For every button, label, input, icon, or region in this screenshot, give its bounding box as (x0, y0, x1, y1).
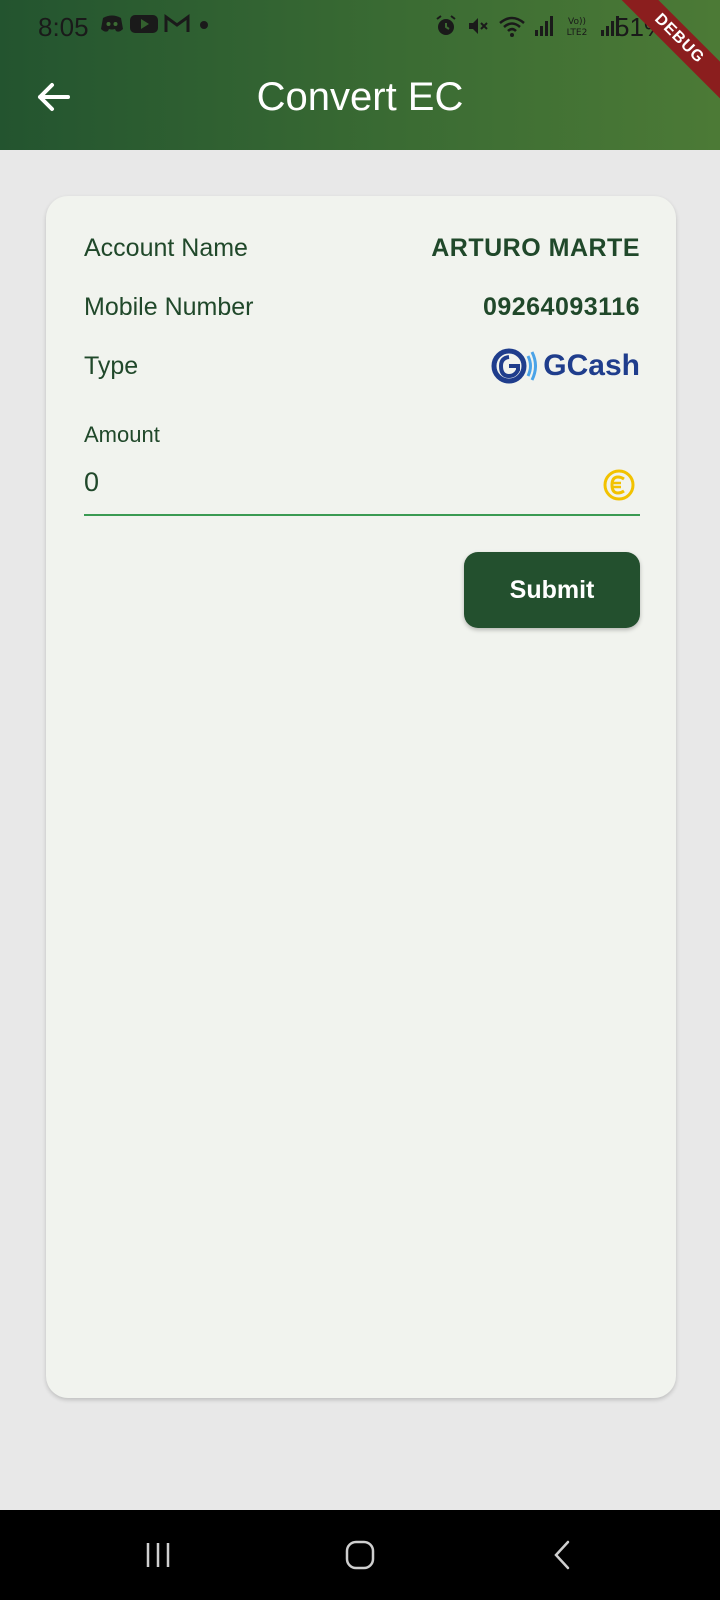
recents-icon (146, 1543, 170, 1567)
amount-label: Amount (84, 422, 160, 447)
dot-icon (200, 21, 208, 29)
gcash-logo: GCash (491, 346, 640, 386)
amount-input[interactable] (84, 460, 584, 504)
account-name-value: ARTURO MARTE (431, 234, 640, 262)
signal-icon (535, 16, 553, 36)
recents-button[interactable] (128, 1532, 188, 1578)
amount-underline (84, 514, 640, 516)
gcash-icon (491, 348, 538, 384)
discord-icon (101, 15, 123, 32)
convert-card: Account Name ARTURO MARTE Mobile Number … (46, 196, 676, 1398)
type-label: Type (84, 352, 139, 380)
mute-icon (469, 18, 488, 34)
status-left-icons (100, 14, 212, 34)
mobile-number-row: Mobile Number 09264093116 (84, 293, 640, 333)
gcash-text: GCash (543, 349, 640, 382)
alarm-icon (436, 15, 456, 35)
home-button[interactable] (330, 1532, 390, 1578)
page-title: Convert EC (256, 75, 464, 119)
type-row: Type GCash (84, 348, 640, 392)
account-name-label: Account Name (84, 234, 248, 262)
nav-back-button[interactable] (532, 1532, 592, 1578)
svg-text:LTE2: LTE2 (567, 28, 588, 38)
amount-field: Amount (84, 422, 640, 518)
submit-button[interactable]: Submit (464, 552, 640, 628)
account-name-row: Account Name ARTURO MARTE (84, 234, 640, 274)
wifi-icon (499, 16, 525, 37)
app-bar: 8:05 Vo)) LTE2 51% DEBUG Convert EC (0, 0, 720, 150)
youtube-icon (130, 15, 158, 33)
status-right-icons: Vo)) LTE2 (434, 14, 620, 38)
back-icon (554, 1540, 570, 1570)
gmail-icon (164, 14, 190, 32)
status-time: 8:05 (38, 12, 89, 42)
mobile-number-value: 09264093116 (482, 293, 640, 321)
ec-coin-icon (603, 469, 635, 501)
volte-icon: Vo))LTE2 (567, 17, 588, 38)
home-icon (345, 1540, 375, 1570)
mobile-number-label: Mobile Number (84, 293, 254, 321)
svg-text:Vo)): Vo)) (568, 17, 586, 27)
status-bar: 8:05 Vo)) LTE2 51% (0, 0, 720, 52)
system-nav-bar (0, 1510, 720, 1600)
